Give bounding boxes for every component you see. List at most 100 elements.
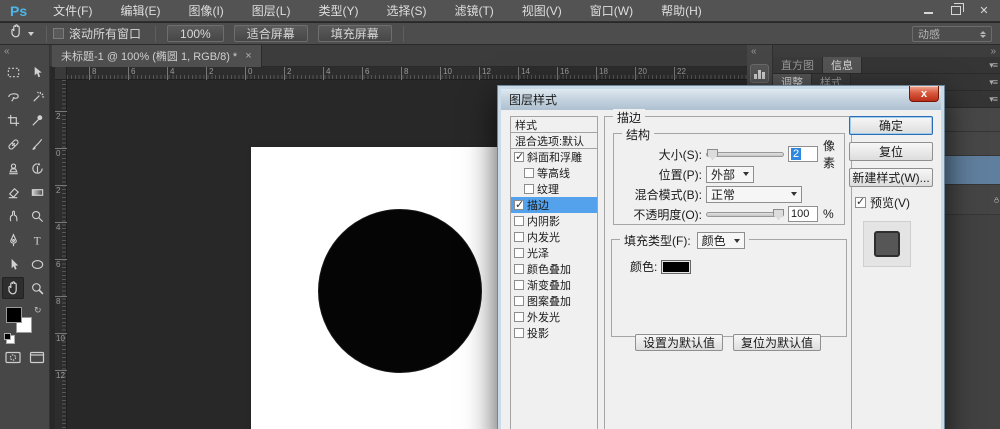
dock-collapse-icon[interactable]: «: [747, 45, 772, 58]
effect-checkbox[interactable]: [514, 312, 524, 322]
ruler-corner[interactable]: [55, 67, 67, 80]
gradient-tool[interactable]: [26, 181, 48, 203]
blend-mode-dropdown[interactable]: 正常: [706, 185, 802, 203]
default-colors-icon[interactable]: [4, 333, 11, 340]
document-tab[interactable]: 未标题-1 @ 100% (椭圆 1, RGB/8) * ×: [52, 45, 262, 67]
restore-icon[interactable]: [946, 3, 966, 17]
effect-checkbox[interactable]: [514, 296, 524, 306]
effect-checkbox[interactable]: [514, 280, 524, 290]
brush-tool[interactable]: [26, 133, 48, 155]
horizontal-ruler[interactable]: 8 6 4 2 0 2 4 6 8 10 12 14 16 18 20 22: [67, 67, 747, 80]
size-slider[interactable]: [706, 148, 784, 160]
effect-checkbox[interactable]: [524, 168, 534, 178]
ellipse-tool[interactable]: [26, 253, 48, 275]
zoom-100-button[interactable]: 100%: [167, 25, 224, 42]
style-effect-item[interactable]: 纹理: [511, 181, 597, 197]
menu-item[interactable]: 滤镜(T): [440, 2, 507, 19]
style-effect-item[interactable]: 内阴影: [511, 213, 597, 229]
eyedropper-tool[interactable]: [26, 109, 48, 131]
effect-checkbox[interactable]: [514, 264, 524, 274]
style-effect-item[interactable]: 描边: [511, 197, 597, 213]
clone-stamp-tool[interactable]: [2, 157, 24, 179]
style-effect-item[interactable]: 投影: [511, 325, 597, 341]
crop-tool[interactable]: [2, 109, 24, 131]
style-effect-item[interactable]: 图案叠加: [511, 293, 597, 309]
fill-type-dropdown[interactable]: 颜色: [696, 232, 745, 249]
zoom-tool[interactable]: [26, 277, 48, 299]
smudge-tool[interactable]: [2, 205, 24, 227]
workspace-switcher[interactable]: 动感: [912, 26, 992, 42]
size-slider-thumb[interactable]: [707, 148, 718, 160]
hand-tool-dropdown-caret[interactable]: [28, 31, 34, 36]
opacity-slider-thumb[interactable]: [773, 208, 784, 220]
ok-button[interactable]: 确定: [849, 116, 933, 135]
menu-item[interactable]: 窗口(W): [576, 2, 647, 19]
style-effect-item[interactable]: 外发光: [511, 309, 597, 325]
style-effect-item[interactable]: 渐变叠加: [511, 277, 597, 293]
panel-menu-icon[interactable]: ▾≡: [989, 94, 998, 105]
menu-item[interactable]: 图像(I): [174, 2, 237, 19]
quick-mask-button[interactable]: [4, 350, 22, 370]
menu-item[interactable]: 视图(V): [508, 2, 576, 19]
effect-checkbox[interactable]: [514, 150, 524, 163]
ellipse-shape-layer[interactable]: [318, 209, 482, 373]
set-default-button[interactable]: 设置为默认值: [635, 334, 723, 351]
position-dropdown[interactable]: 外部: [706, 165, 754, 183]
panel-tab[interactable]: 直方图: [773, 57, 823, 73]
screen-mode-button[interactable]: [28, 350, 46, 370]
fill-screen-button[interactable]: 填充屏幕: [317, 25, 392, 42]
history-brush-tool[interactable]: [26, 157, 48, 179]
fit-screen-button[interactable]: 适合屏幕: [233, 25, 308, 42]
dialog-title-bar[interactable]: 图层样式: [501, 89, 941, 110]
histogram-panel-icon[interactable]: [750, 64, 769, 83]
menu-item[interactable]: 编辑(E): [106, 2, 174, 19]
tab-close-icon[interactable]: ×: [245, 50, 251, 62]
minimize-icon[interactable]: [918, 3, 938, 17]
menu-item[interactable]: 类型(Y): [304, 2, 372, 19]
effect-checkbox[interactable]: [514, 216, 524, 226]
menu-item[interactable]: 选择(S): [372, 2, 440, 19]
hand-tool[interactable]: [2, 277, 24, 299]
panel-tab[interactable]: 信息: [823, 57, 862, 73]
lasso-tool[interactable]: [2, 85, 24, 107]
dock-expand-icon[interactable]: »: [990, 46, 996, 57]
effect-checkbox[interactable]: [514, 248, 524, 258]
switch-colors-icon[interactable]: ↻: [34, 305, 42, 316]
size-input[interactable]: 2: [788, 146, 818, 162]
dodge-tool[interactable]: [26, 205, 48, 227]
opacity-input[interactable]: 100: [788, 206, 818, 222]
reset-button[interactable]: 复位: [849, 142, 933, 161]
path-selection-tool[interactable]: [2, 253, 24, 275]
effect-checkbox[interactable]: [514, 232, 524, 242]
pen-tool[interactable]: [2, 229, 24, 251]
new-style-button[interactable]: 新建样式(W)...: [849, 168, 933, 187]
foreground-color-swatch[interactable]: [6, 307, 22, 323]
magic-wand-tool[interactable]: [26, 85, 48, 107]
scroll-all-windows-checkbox[interactable]: [53, 28, 64, 39]
eraser-tool[interactable]: [2, 181, 24, 203]
style-effect-item[interactable]: 斜面和浮雕: [511, 149, 597, 165]
opacity-slider[interactable]: [706, 208, 784, 220]
close-icon[interactable]: ✕: [974, 3, 994, 17]
menu-item[interactable]: 图层(L): [238, 2, 305, 19]
stroke-color-swatch[interactable]: [661, 259, 692, 274]
rectangular-marquee-tool[interactable]: [2, 61, 24, 83]
effect-checkbox[interactable]: [514, 198, 524, 211]
tools-collapse-icon[interactable]: «: [0, 45, 49, 58]
style-effect-item[interactable]: 等高线: [511, 165, 597, 181]
style-effect-item[interactable]: 光泽: [511, 245, 597, 261]
effect-checkbox[interactable]: [514, 328, 524, 338]
type-tool[interactable]: T: [26, 229, 48, 251]
menu-item[interactable]: 帮助(H): [647, 2, 716, 19]
reset-default-button[interactable]: 复位为默认值: [733, 334, 821, 351]
menu-item[interactable]: 文件(F): [39, 2, 106, 19]
effect-checkbox[interactable]: [524, 184, 534, 194]
vertical-ruler[interactable]: 2 0 2 4 6 8 10 12: [55, 80, 67, 429]
spot-healing-brush-tool[interactable]: [2, 133, 24, 155]
dialog-close-button[interactable]: x: [909, 86, 939, 102]
panel-menu-icon[interactable]: ▾≡: [989, 77, 998, 88]
style-effect-item[interactable]: 内发光: [511, 229, 597, 245]
move-tool[interactable]: [26, 61, 48, 83]
preview-checkbox[interactable]: [855, 195, 866, 208]
style-effect-item[interactable]: 颜色叠加: [511, 261, 597, 277]
